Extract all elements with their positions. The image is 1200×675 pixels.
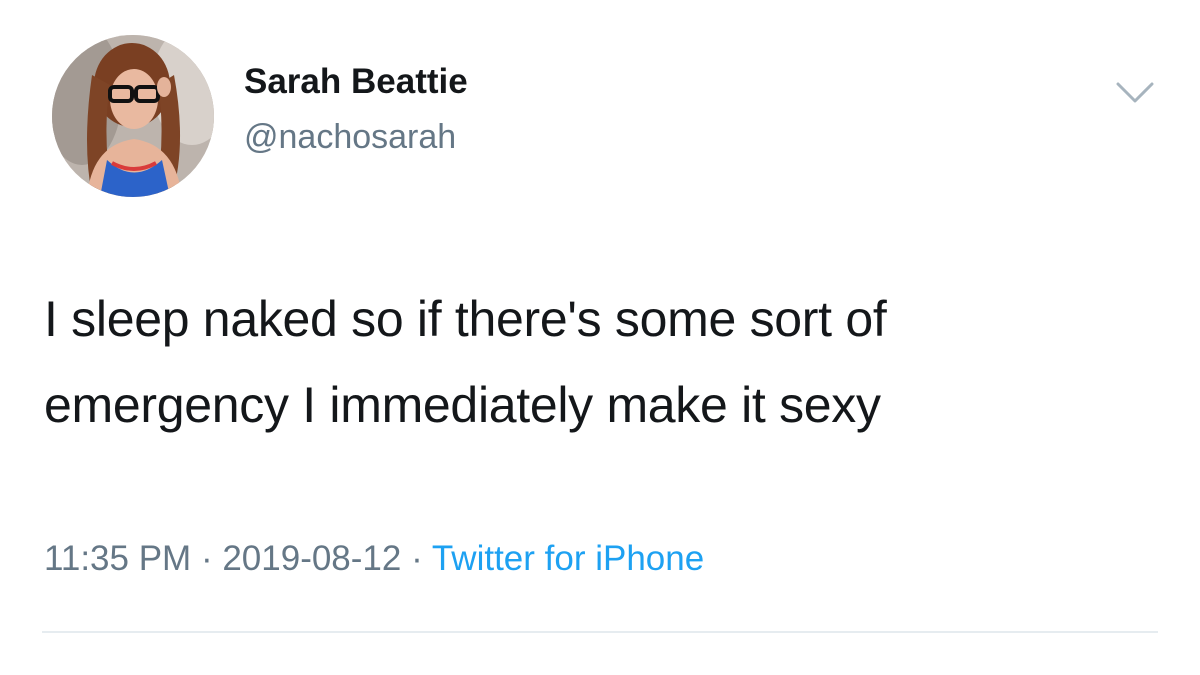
profile-photo <box>52 35 214 197</box>
tweet-text-line: emergency I immediately make it sexy <box>44 377 881 433</box>
author-handle[interactable]: @nachosarah <box>244 118 456 157</box>
chevron-down-icon[interactable] <box>1112 76 1158 110</box>
author-display-name[interactable]: Sarah Beattie <box>244 62 468 102</box>
tweet-meta: 11:35 PM · 2019-08-12 · Twitter for iPho… <box>44 538 704 580</box>
meta-separator: · <box>401 539 432 578</box>
tweet-source-link[interactable]: Twitter for iPhone <box>432 539 704 578</box>
avatar[interactable] <box>52 35 214 197</box>
tweet-time[interactable]: 11:35 PM <box>44 539 191 578</box>
meta-separator: · <box>191 539 223 578</box>
tweet-text-line: I sleep naked so if there's some sort of <box>44 291 887 347</box>
divider <box>42 631 1158 633</box>
tweet-text: I sleep naked so if there's some sort of… <box>44 276 1164 448</box>
tweet-date[interactable]: 2019-08-12 <box>222 539 401 578</box>
